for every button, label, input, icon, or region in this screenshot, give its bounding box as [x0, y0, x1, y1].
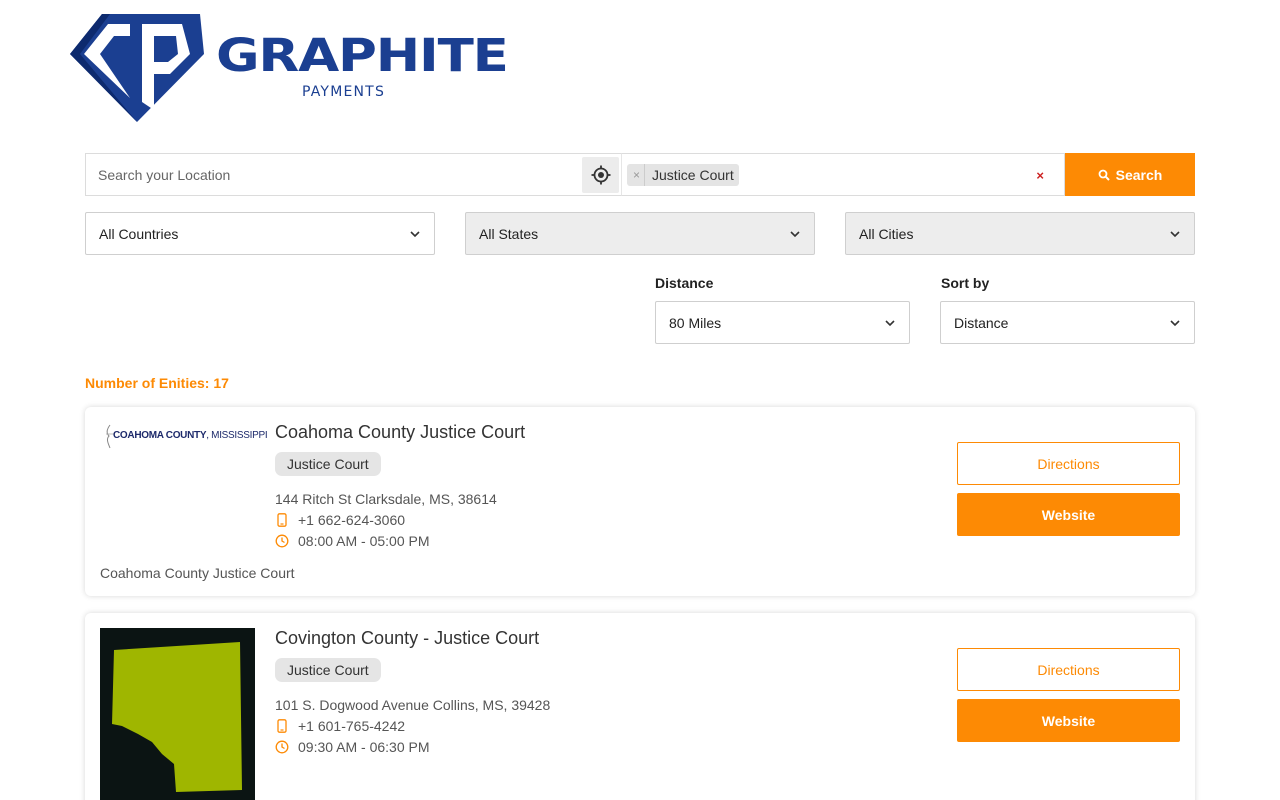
entity-category-badge: Justice Court — [275, 658, 381, 682]
remove-tag-icon[interactable]: × — [633, 163, 646, 186]
distance-select[interactable]: 80 Miles — [655, 301, 910, 344]
clock-icon — [275, 740, 289, 754]
entity-title[interactable]: Covington County - Justice Court — [275, 628, 539, 649]
entity-title[interactable]: Coahoma County Justice Court — [275, 422, 525, 443]
crosshair-location-icon — [591, 165, 610, 185]
phone-icon — [277, 719, 287, 733]
country-select-value: All Countries — [99, 225, 179, 242]
location-search-input[interactable] — [86, 154, 576, 195]
entity-hours-row: 09:30 AM - 06:30 PM — [275, 739, 430, 755]
distance-select-value: 80 Miles — [669, 314, 722, 331]
search-icon — [1098, 169, 1110, 181]
search-bar: × Justice Court × Search — [85, 153, 1195, 196]
directions-button[interactable]: Directions — [957, 648, 1180, 691]
city-select-value: All Cities — [859, 225, 914, 242]
phone-icon — [277, 513, 287, 527]
entity-hours-row: 08:00 AM - 05:00 PM — [275, 533, 430, 549]
brand-name: GRAPHITE — [216, 29, 509, 82]
search-button[interactable]: Search — [1065, 153, 1195, 196]
chevron-down-icon — [790, 231, 800, 238]
entity-phone-row: +1 662-624-3060 — [275, 512, 405, 528]
entity-address: 144 Ritch St Clarksdale, MS, 38614 — [275, 491, 497, 507]
result-card: Covington County - Justice Court Justice… — [85, 613, 1195, 800]
city-select[interactable]: All Cities — [845, 212, 1195, 255]
entity-logo: COAHOMA COUNTY, MISSISSIPPI — [100, 423, 268, 449]
entity-logo — [100, 628, 255, 800]
chevron-down-icon — [1170, 320, 1180, 327]
state-select-value: All States — [479, 225, 539, 242]
entity-logo-text: COAHOMA COUNTY, MISSISSIPPI — [113, 430, 268, 441]
entity-phone-row: +1 601-765-4242 — [275, 718, 405, 734]
graphite-logo-mark-icon — [70, 14, 204, 122]
clear-tags-icon[interactable]: × — [1036, 168, 1044, 183]
website-button[interactable]: Website — [957, 493, 1180, 536]
distance-label: Distance — [655, 275, 714, 291]
search-button-label: Search — [1115, 166, 1163, 183]
entity-hours: 08:00 AM - 05:00 PM — [298, 533, 430, 549]
county-map-icon — [112, 642, 242, 792]
brand-logo[interactable]: GRAPHITE PAYMENTS — [70, 14, 510, 124]
sort-select-value: Distance — [954, 314, 1009, 331]
website-button[interactable]: Website — [957, 699, 1180, 742]
category-tag-chip: × Justice Court — [627, 163, 739, 186]
chevron-down-icon — [410, 231, 420, 238]
entity-phone[interactable]: +1 601-765-4242 — [298, 718, 405, 734]
chevron-down-icon — [885, 320, 895, 327]
chevron-down-icon — [1170, 231, 1180, 238]
sort-by-label: Sort by — [941, 275, 990, 291]
result-card: COAHOMA COUNTY, MISSISSIPPI Coahoma Coun… — [85, 407, 1195, 596]
directions-button[interactable]: Directions — [957, 442, 1180, 485]
locate-me-button[interactable] — [582, 157, 619, 193]
entity-hours: 09:30 AM - 06:30 PM — [298, 739, 430, 755]
entity-category-badge: Justice Court — [275, 452, 381, 476]
entity-phone[interactable]: +1 662-624-3060 — [298, 512, 405, 528]
clock-icon — [275, 534, 289, 548]
category-tags-input[interactable]: × Justice Court × — [621, 153, 1065, 196]
location-field-wrapper — [85, 153, 621, 196]
category-tag-label: Justice Court — [652, 166, 734, 183]
country-select[interactable]: All Countries — [85, 212, 435, 255]
state-select[interactable]: All States — [465, 212, 815, 255]
sort-select[interactable]: Distance — [940, 301, 1195, 344]
entity-address: 101 S. Dogwood Avenue Collins, MS, 39428 — [275, 697, 551, 713]
brand-subtitle: PAYMENTS — [302, 84, 386, 100]
results-count: Number of Enities: 17 — [85, 375, 229, 391]
entity-description: Coahoma County Justice Court — [100, 565, 295, 581]
